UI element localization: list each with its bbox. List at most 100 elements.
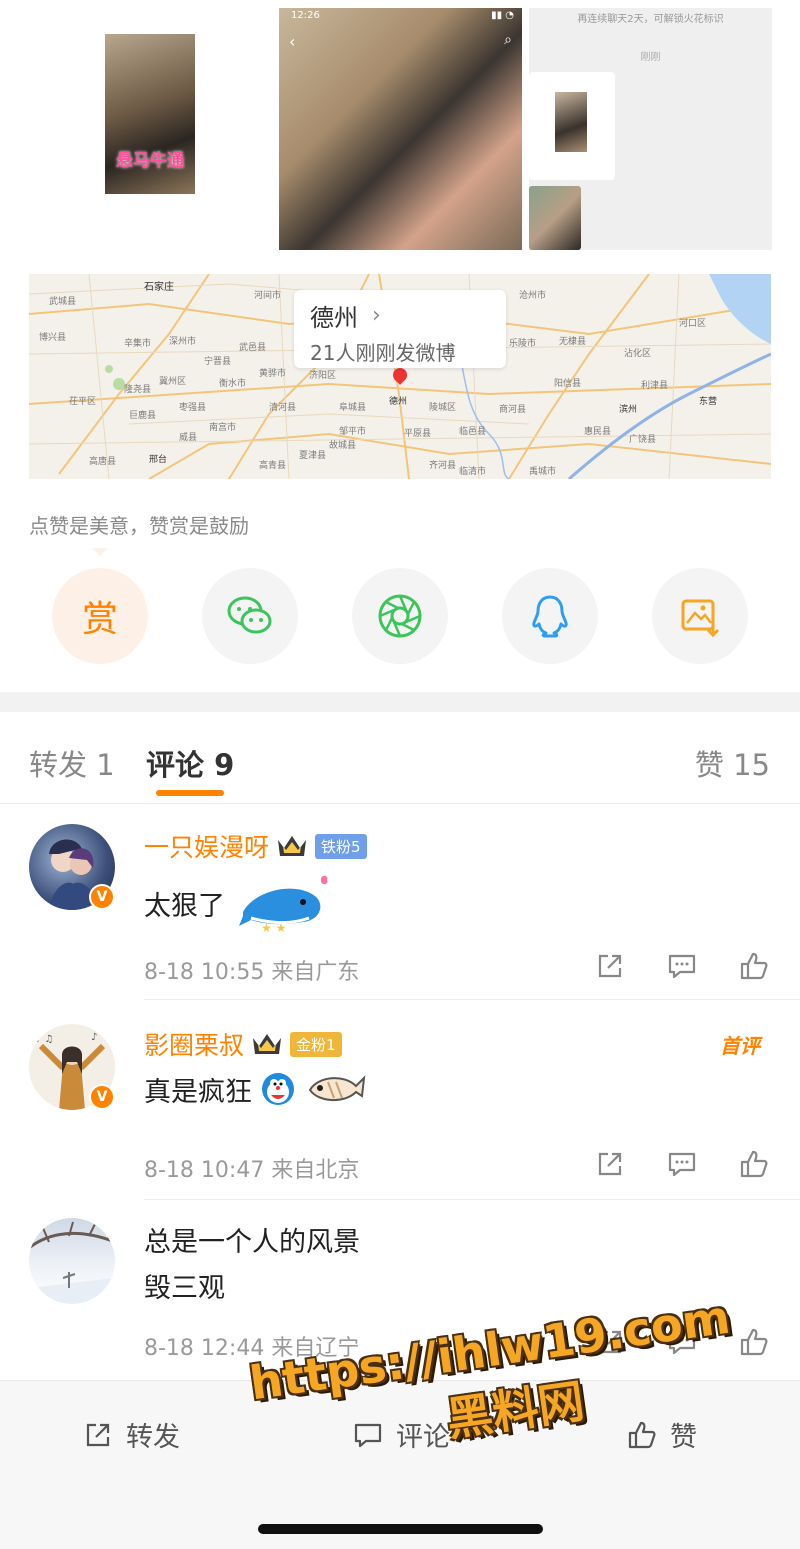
- map-label: 利津县: [641, 381, 669, 391]
- reward-button[interactable]: 赏: [52, 568, 148, 664]
- map-label: 邢台: [149, 455, 168, 465]
- map-label: 乐陵市: [509, 339, 537, 349]
- like-icon[interactable]: [738, 950, 770, 982]
- comment-item[interactable]: ♪ ♫ ♪ V 影圈栗叔 金粉1 首评 真是疯狂 8-18 10:47 来自北京: [0, 1000, 800, 1200]
- map-label: 广饶县: [629, 435, 657, 445]
- chat-time-text: 刚刚: [640, 52, 661, 63]
- tab-comments[interactable]: 评论 9: [146, 742, 234, 784]
- commenter-name[interactable]: 一只娱漫呀: [144, 828, 269, 864]
- chat-bubble-image: [555, 92, 587, 152]
- thumbnail-caption: 悬马牛通: [116, 151, 184, 171]
- verified-badge-icon: V: [89, 1084, 115, 1110]
- comment-icon[interactable]: [666, 950, 698, 982]
- bottom-repost-label: 转发: [126, 1422, 180, 1453]
- fish-sticker-icon: [308, 1075, 366, 1101]
- comment-text-row: 太狠了 ★ ★: [144, 872, 333, 934]
- crown-icon: [253, 1034, 282, 1054]
- map-label: 阳信县: [554, 379, 582, 389]
- avatar-notes: ♪ ♫: [35, 1034, 54, 1045]
- like-icon[interactable]: [738, 1326, 770, 1358]
- screenshot-time: 12:26: [291, 10, 320, 21]
- wechat-icon: [227, 596, 272, 634]
- map-label: 宁晋县: [204, 357, 232, 367]
- media-row: 悬马牛通 12:26 ▮▮ ◔ ‹ ⌕ 再连续聊天2天，可解锁火花标识 刚刚: [0, 0, 800, 260]
- map-label: 深州市: [169, 337, 197, 347]
- map-label: 齐河县: [429, 461, 457, 471]
- map-label: 隆尧县: [124, 385, 152, 395]
- reward-label: 赏: [81, 599, 118, 640]
- map-label: 临清市: [459, 467, 487, 477]
- map-label: 东营: [699, 397, 718, 407]
- chat-bubble: [529, 72, 615, 180]
- bottom-comment-button[interactable]: 评论: [352, 1415, 450, 1454]
- comment-item[interactable]: V 一只娱漫呀 铁粉5 太狠了 ★ ★ 8-18 10:55 来自广东: [0, 820, 800, 1000]
- fan-level-badge: 金粉1: [290, 1031, 342, 1057]
- tab-bar: 转发 1 评论 9 赞 15: [0, 712, 800, 804]
- like-icon[interactable]: [738, 1148, 770, 1180]
- share-row: 赏: [52, 568, 752, 664]
- bottom-comment-label: 评论: [396, 1422, 450, 1453]
- first-comment-tag: 首评: [720, 1034, 760, 1058]
- active-tab-indicator: [156, 790, 224, 796]
- home-indicator[interactable]: [258, 1524, 543, 1534]
- screenshot-statusbar: 12:26 ▮▮ ◔: [291, 10, 514, 21]
- map-label: 武城县: [49, 297, 77, 307]
- bottom-repost-button[interactable]: 转发: [82, 1415, 180, 1454]
- comment-icon[interactable]: [666, 1326, 698, 1358]
- map-label: 临邑县: [459, 427, 487, 437]
- like-icon: [628, 1421, 656, 1448]
- doraemon-emoji-icon: [262, 1073, 294, 1105]
- crown-icon: [278, 836, 307, 856]
- chat-system-text: 再连续聊天2天，可解锁火花标识: [577, 14, 724, 25]
- chat-thumbnail: [529, 186, 581, 250]
- save-image-button[interactable]: [652, 568, 748, 664]
- map-label: 高唐县: [89, 457, 117, 467]
- commenter-name[interactable]: 影圈栗叔: [144, 1026, 244, 1062]
- map-label: 沧州市: [519, 291, 547, 301]
- map-label: 茌平区: [69, 397, 97, 407]
- tab-repost[interactable]: 转发 1: [29, 742, 115, 784]
- tab-likes[interactable]: 赞 15: [695, 742, 770, 784]
- location-card[interactable]: 德州 › 21人刚刚发微博: [294, 290, 506, 368]
- repost-icon[interactable]: [594, 1326, 626, 1358]
- location-map[interactable]: 石家庄 河间市 沧州市 河口区 无棣县 沾化区 乐陵市 阳信县 利津县 东营 滨…: [29, 274, 771, 479]
- comment-text-row: 真是疯狂: [144, 1066, 368, 1112]
- wechat-share-button[interactable]: [202, 568, 298, 664]
- chevron-right-icon: ›: [372, 303, 381, 328]
- qq-share-button[interactable]: [502, 568, 598, 664]
- comment-meta: 8-18 12:44 来自辽宁: [144, 1336, 360, 1361]
- map-label: 辛集市: [124, 339, 152, 349]
- reward-hint: 点赞是美意，赞赏是鼓励: [29, 514, 249, 538]
- map-label: 平原县: [404, 429, 432, 439]
- bottom-like-button[interactable]: 赞: [626, 1415, 697, 1454]
- comment-item[interactable]: 总是一个人的风景 毁三观 8-18 12:44 来自辽宁: [0, 1200, 800, 1380]
- avatar-notes: ♪: [91, 1032, 97, 1043]
- save-image-icon: [681, 599, 720, 638]
- map-label: 黄骅市: [259, 369, 287, 379]
- back-icon: ‹: [289, 32, 296, 51]
- screenshot-image[interactable]: 12:26 ▮▮ ◔ ‹ ⌕: [279, 8, 522, 250]
- avatar[interactable]: [29, 1218, 115, 1304]
- map-label: 武邑县: [239, 343, 267, 353]
- video-thumbnail[interactable]: 悬马牛通: [105, 34, 195, 194]
- moments-icon: [378, 594, 422, 638]
- repost-icon: [86, 1423, 110, 1446]
- map-label: 南宫市: [209, 423, 237, 433]
- section-divider: [0, 692, 800, 712]
- chat-screenshot[interactable]: 再连续聊天2天，可解锁火花标识 刚刚: [529, 8, 772, 250]
- map-label: 枣强县: [179, 403, 207, 413]
- sticker-stars: ★ ★: [261, 921, 286, 934]
- map-label-shijiazhuang: 石家庄: [144, 282, 174, 293]
- tooltip-arrow: [92, 548, 108, 556]
- map-label: 无棣县: [559, 337, 587, 347]
- map-label: 济阳区: [309, 371, 337, 381]
- repost-icon[interactable]: [594, 1148, 626, 1180]
- moments-share-button[interactable]: [352, 568, 448, 664]
- bottom-action-bar: 转发 评论 赞: [0, 1380, 800, 1549]
- repost-icon[interactable]: [594, 950, 626, 982]
- commenter-name-row: 影圈栗叔 金粉1: [144, 1026, 342, 1062]
- map-label: 阜城县: [339, 403, 367, 413]
- comment-text-line: 总是一个人的风景: [144, 1227, 360, 1258]
- comment-icon[interactable]: [666, 1148, 698, 1180]
- comment-actions: [594, 950, 770, 982]
